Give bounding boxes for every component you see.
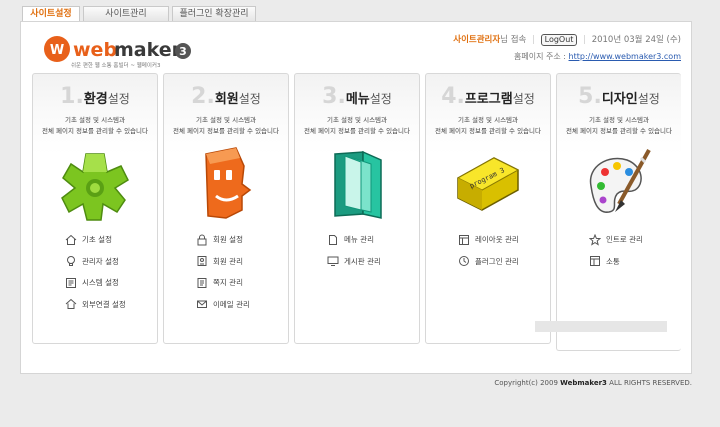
login-suffix: 님 접속 — [500, 35, 527, 45]
card-number: 1. — [60, 84, 84, 109]
copyright: Copyright(c) 2009 Webmaker3 ALL RIGHTS R… — [494, 379, 692, 387]
link-board-management[interactable]: 게시판 관리 — [327, 251, 381, 273]
header-homepage: 홈페이지 주소 : http://www.webmaker3.com — [514, 51, 681, 62]
link-label: 관리자 설정 — [82, 256, 119, 266]
card-number: 3. — [322, 84, 346, 109]
svg-text:W: W — [50, 43, 64, 58]
homepage-label: 홈페이지 주소 : — [514, 52, 566, 61]
monitor-icon — [327, 256, 339, 267]
id-card-icon — [197, 256, 207, 267]
card-menu-settings: 3.메뉴설정 기초 설정 및 시스템과전체 페이지 정보를 관리할 수 있습니다… — [294, 73, 420, 344]
link-label: 외부연결 설정 — [82, 299, 126, 309]
link-label: 기초 설정 — [82, 235, 112, 245]
copyright-prefix: Copyright(c) 2009 — [494, 379, 561, 387]
copyright-brand: Webmaker3 — [560, 379, 607, 387]
external-home-icon — [65, 299, 77, 310]
link-note-management[interactable]: 쪽지 관리 — [196, 272, 250, 294]
card-member-settings: 2.회원설정 기초 설정 및 시스템과전체 페이지 정보를 관리할 수 있습니다… — [163, 73, 289, 344]
link-label: 인트로 관리 — [606, 235, 643, 245]
card-title-suffix: 설정 — [512, 92, 535, 106]
copyright-suffix: ALL RIGHTS RESERVED. — [606, 379, 692, 387]
window-icon — [590, 256, 600, 267]
plugin-icon — [459, 256, 469, 267]
card-desc-line2: 전체 페이지 정보를 관리할 수 있습니다 — [172, 127, 279, 135]
home-icon — [65, 234, 77, 245]
card-environment-settings: 1.환경설정 기초 설정 및 시스템과전체 페이지 정보를 관리할 수 있습니다… — [32, 73, 158, 344]
card-desc-line1: 기초 설정 및 시스템과 — [64, 116, 126, 124]
link-communication[interactable]: 소통 — [589, 251, 643, 273]
link-member-settings[interactable]: 회원 설정 — [196, 229, 250, 251]
link-label: 시스템 설정 — [82, 278, 119, 288]
link-label: 레이아웃 관리 — [475, 235, 519, 245]
document-icon — [329, 234, 337, 245]
note-icon — [197, 277, 207, 288]
link-menu-management[interactable]: 메뉴 관리 — [327, 229, 381, 251]
webmaker3-logo[interactable]: W web maker 3 쉬운 편한 웹 소통 홈빌더 ~ 웹메이커3 — [43, 33, 203, 71]
link-label: 소통 — [606, 256, 620, 266]
link-email-management[interactable]: 이메일 관리 — [196, 294, 250, 316]
svg-text:web: web — [73, 39, 117, 61]
card-title: 회원 — [214, 92, 239, 107]
logo-tagline: 쉬운 편한 웹 소통 홈빌더 ~ 웹메이커3 — [71, 63, 161, 69]
card-desc-line1: 기초 설정 및 시스템과 — [195, 116, 257, 124]
card-number: 4. — [441, 84, 465, 109]
palette-icon — [579, 144, 659, 224]
link-external-settings[interactable]: 외부연결 설정 — [65, 294, 126, 316]
link-basic-settings[interactable]: 기초 설정 — [65, 229, 126, 251]
star-icon — [589, 233, 601, 246]
card-desc-line1: 기초 설정 및 시스템과 — [326, 116, 388, 124]
card-desc-line2: 전체 페이지 정보를 관리할 수 있습니다 — [434, 127, 541, 135]
homepage-link[interactable]: http://www.webmaker3.com — [569, 52, 681, 61]
card-title: 프로그램 — [464, 92, 513, 107]
link-label: 이메일 관리 — [213, 299, 250, 309]
card-number: 5. — [578, 84, 602, 109]
card-title-suffix: 설정 — [369, 92, 392, 106]
card-desc-line1: 기초 설정 및 시스템과 — [588, 116, 650, 124]
top-tabs: 사이트설정 사이트관리 플러그인 확장관리 — [22, 6, 259, 23]
link-label: 게시판 관리 — [344, 256, 381, 266]
card-desc-line2: 전체 페이지 정보를 관리할 수 있습니다 — [565, 127, 672, 135]
teal-folder-icon — [317, 144, 397, 224]
card-program-settings: 4.프로그램설정 기초 설정 및 시스템과전체 페이지 정보를 관리할 수 있습… — [425, 73, 551, 344]
card-title-suffix: 설정 — [637, 92, 660, 106]
link-label: 쪽지 관리 — [213, 278, 243, 288]
tab-site-management[interactable]: 사이트관리 — [83, 6, 169, 22]
tab-plugin-management[interactable]: 플러그인 확장관리 — [172, 6, 256, 22]
card-title-suffix: 설정 — [238, 92, 261, 106]
svg-text:3: 3 — [179, 45, 187, 58]
link-member-management[interactable]: 회원 관리 — [196, 251, 250, 273]
lock-icon — [197, 234, 207, 246]
layout-icon — [459, 234, 469, 245]
card-title: 메뉴 — [345, 92, 370, 107]
green-gear-icon — [55, 144, 135, 224]
horizontal-scrollbar[interactable] — [535, 321, 667, 332]
link-label: 회원 관리 — [213, 256, 243, 266]
link-admin-settings[interactable]: 관리자 설정 — [65, 251, 126, 273]
card-desc-line1: 기초 설정 및 시스템과 — [457, 116, 519, 124]
header-user-info: 사이트관리자님 접속 | LogOut | 2010년 03월 24일 (수) — [453, 34, 681, 46]
system-icon — [66, 277, 76, 288]
lightbulb-icon — [67, 256, 75, 267]
card-desc-line2: 전체 페이지 정보를 관리할 수 있습니다 — [303, 127, 410, 135]
link-label: 플러그인 관리 — [475, 256, 519, 266]
card-title-suffix: 설정 — [107, 92, 130, 106]
link-plugin-management[interactable]: 플러그인 관리 — [458, 251, 519, 273]
yellow-program-key-icon: program 3 — [448, 144, 528, 224]
mail-icon — [197, 300, 207, 309]
card-title: 환경 — [83, 92, 108, 107]
link-label: 회원 설정 — [213, 235, 243, 245]
card-design-settings: 5.디자인설정 기초 설정 및 시스템과전체 페이지 정보를 관리할 수 있습니… — [556, 73, 681, 351]
current-date: 2010년 03월 24일 (수) — [591, 35, 681, 45]
card-number: 2. — [191, 84, 215, 109]
orange-face-icon — [186, 144, 266, 224]
link-label: 메뉴 관리 — [344, 235, 374, 245]
card-title: 디자인 — [601, 92, 638, 107]
link-system-settings[interactable]: 시스템 설정 — [65, 272, 126, 294]
card-desc-line2: 전체 페이지 정보를 관리할 수 있습니다 — [41, 127, 148, 135]
logout-button[interactable]: LogOut — [540, 34, 578, 46]
link-intro-management[interactable]: 인트로 관리 — [589, 229, 643, 251]
admin-name: 사이트관리자 — [453, 35, 501, 45]
link-layout-management[interactable]: 레이아웃 관리 — [458, 229, 519, 251]
svg-text:maker: maker — [114, 39, 182, 61]
